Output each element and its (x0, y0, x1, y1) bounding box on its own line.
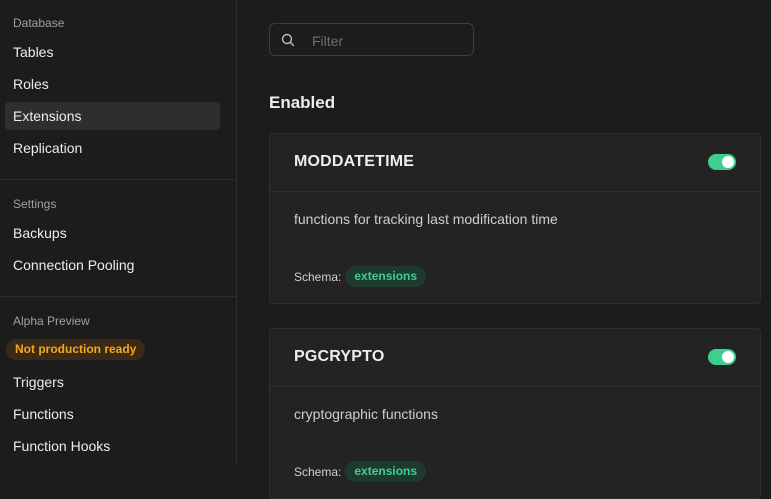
schema-badge: extensions (345, 266, 427, 287)
schema-row: Schema: extensions (294, 461, 427, 482)
extension-name: PGCRYPTO (294, 348, 385, 365)
filter-input[interactable] (310, 30, 464, 52)
extension-description: cryptographic functions (294, 406, 438, 422)
sidebar-item-tables[interactable]: Tables (5, 38, 220, 66)
sidebar-divider (0, 296, 236, 297)
enabled-heading: Enabled (269, 93, 336, 112)
schema-badge: extensions (345, 461, 427, 482)
schema-label: Schema: (294, 464, 342, 479)
filter-box (269, 23, 474, 56)
sidebar-item-backups[interactable]: Backups (5, 219, 220, 247)
not-production-ready-badge: Not production ready (6, 339, 146, 360)
extension-toggle[interactable] (708, 154, 736, 170)
sidebar-item-replication[interactable]: Replication (5, 134, 220, 162)
extension-name: MODDATETIME (294, 153, 415, 170)
sidebar-item-functions[interactable]: Functions (5, 400, 220, 428)
section-title-settings: Settings (13, 197, 57, 211)
sidebar: Database Tables Roles Extensions Replica… (0, 0, 237, 464)
schema-label: Schema: (294, 269, 342, 284)
sidebar-item-connection-pooling[interactable]: Connection Pooling (5, 251, 220, 279)
sidebar-item-function-hooks[interactable]: Function Hooks (5, 432, 220, 460)
sidebar-item-roles[interactable]: Roles (5, 70, 220, 98)
extension-card-pgcrypto: PGCRYPTO cryptographic functions Schema:… (269, 328, 761, 499)
toggle-knob (722, 351, 734, 363)
section-title-database: Database (13, 16, 65, 30)
search-icon (281, 33, 295, 47)
extension-toggle[interactable] (708, 349, 736, 365)
schema-row: Schema: extensions (294, 266, 427, 287)
extension-description: functions for tracking last modification… (294, 211, 558, 227)
sidebar-item-triggers[interactable]: Triggers (5, 368, 220, 396)
sidebar-item-extensions[interactable]: Extensions (5, 102, 220, 130)
main-content: Enabled MODDATETIME functions for tracki… (237, 0, 771, 499)
extension-card-moddatetime: MODDATETIME functions for tracking last … (269, 133, 761, 304)
sidebar-divider (0, 179, 236, 180)
section-title-alpha-preview: Alpha Preview (13, 314, 90, 328)
toggle-knob (722, 156, 734, 168)
